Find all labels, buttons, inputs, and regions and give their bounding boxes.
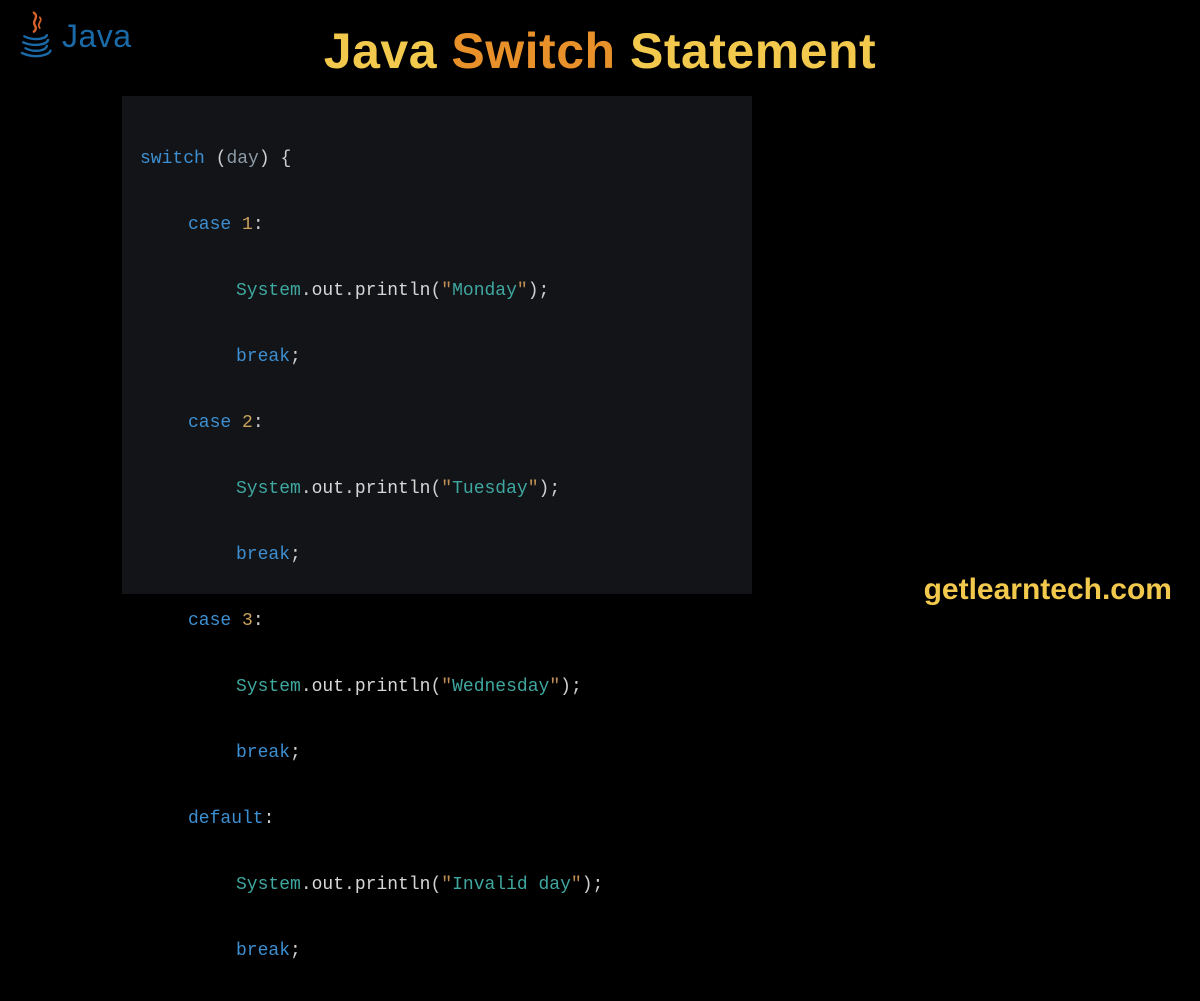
kw-default: default	[188, 809, 264, 829]
str: Tuesday	[452, 479, 528, 499]
out: out	[312, 677, 344, 697]
code-line: break;	[140, 737, 734, 770]
punct: .	[344, 281, 355, 301]
kw-case: case	[188, 215, 231, 235]
punct: .	[301, 875, 312, 895]
str: Invalid day	[452, 875, 571, 895]
quote: "	[441, 281, 452, 301]
quote: "	[549, 677, 560, 697]
punct: )	[539, 479, 550, 499]
punct: ;	[290, 941, 301, 961]
punct: ;	[571, 677, 582, 697]
var-day: day	[226, 149, 258, 169]
punct: (	[430, 677, 441, 697]
quote: "	[441, 677, 452, 697]
punct: )	[528, 281, 539, 301]
punct: (	[430, 479, 441, 499]
code-line: System.out.println("Monday");	[140, 275, 734, 308]
punct: )	[259, 149, 270, 169]
punct: :	[264, 809, 275, 829]
punct: .	[344, 479, 355, 499]
punct: .	[301, 479, 312, 499]
punct: )	[560, 677, 571, 697]
num: 1	[242, 215, 253, 235]
sys: System	[236, 281, 301, 301]
code-line: break;	[140, 935, 734, 968]
punct: ;	[593, 875, 604, 895]
quote: "	[441, 479, 452, 499]
out: out	[312, 875, 344, 895]
num: 3	[242, 611, 253, 631]
code-line: System.out.println("Invalid day");	[140, 869, 734, 902]
sys: System	[236, 479, 301, 499]
kw-case: case	[188, 611, 231, 631]
kw-switch: switch	[140, 149, 205, 169]
quote: "	[441, 875, 452, 895]
punct: :	[253, 413, 264, 433]
punct: .	[301, 281, 312, 301]
punct: (	[430, 875, 441, 895]
code-line: break;	[140, 539, 734, 572]
kw-break: break	[236, 941, 290, 961]
page-title: Java Switch Statement	[0, 22, 1200, 80]
code-line: break;	[140, 341, 734, 374]
punct: ;	[549, 479, 560, 499]
title-word-1: Java	[324, 23, 437, 79]
punct: ;	[290, 743, 301, 763]
punct: .	[301, 677, 312, 697]
sys: System	[236, 677, 301, 697]
quote: "	[517, 281, 528, 301]
site-credit: getlearntech.com	[924, 573, 1172, 607]
punct: (	[216, 149, 227, 169]
punct: {	[280, 149, 291, 169]
kw-break: break	[236, 545, 290, 565]
kw-break: break	[236, 743, 290, 763]
title-word-2: Switch	[451, 23, 615, 79]
kw-case: case	[188, 413, 231, 433]
code-line: case 2:	[140, 407, 734, 440]
code-block: switch (day) { case 1: System.out.printl…	[122, 96, 752, 594]
sys: System	[236, 875, 301, 895]
quote: "	[571, 875, 582, 895]
punct: .	[344, 875, 355, 895]
title-word-3: Statement	[630, 23, 876, 79]
punct: :	[253, 611, 264, 631]
punct: )	[582, 875, 593, 895]
println: println	[355, 479, 431, 499]
code-line: System.out.println("Wednesday");	[140, 671, 734, 704]
println: println	[355, 281, 431, 301]
println: println	[355, 677, 431, 697]
punct: .	[344, 677, 355, 697]
out: out	[312, 479, 344, 499]
punct: ;	[539, 281, 550, 301]
code-line: System.out.println("Tuesday");	[140, 473, 734, 506]
num: 2	[242, 413, 253, 433]
punct: ;	[290, 545, 301, 565]
str: Monday	[452, 281, 517, 301]
punct: ;	[290, 347, 301, 367]
code-line: switch (day) {	[140, 143, 734, 176]
punct: (	[430, 281, 441, 301]
code-line: case 3:	[140, 605, 734, 638]
kw-break: break	[236, 347, 290, 367]
quote: "	[528, 479, 539, 499]
code-line: case 1:	[140, 209, 734, 242]
str: Wednesday	[452, 677, 549, 697]
println: println	[355, 875, 431, 895]
out: out	[312, 281, 344, 301]
punct: :	[253, 215, 264, 235]
code-line: default:	[140, 803, 734, 836]
